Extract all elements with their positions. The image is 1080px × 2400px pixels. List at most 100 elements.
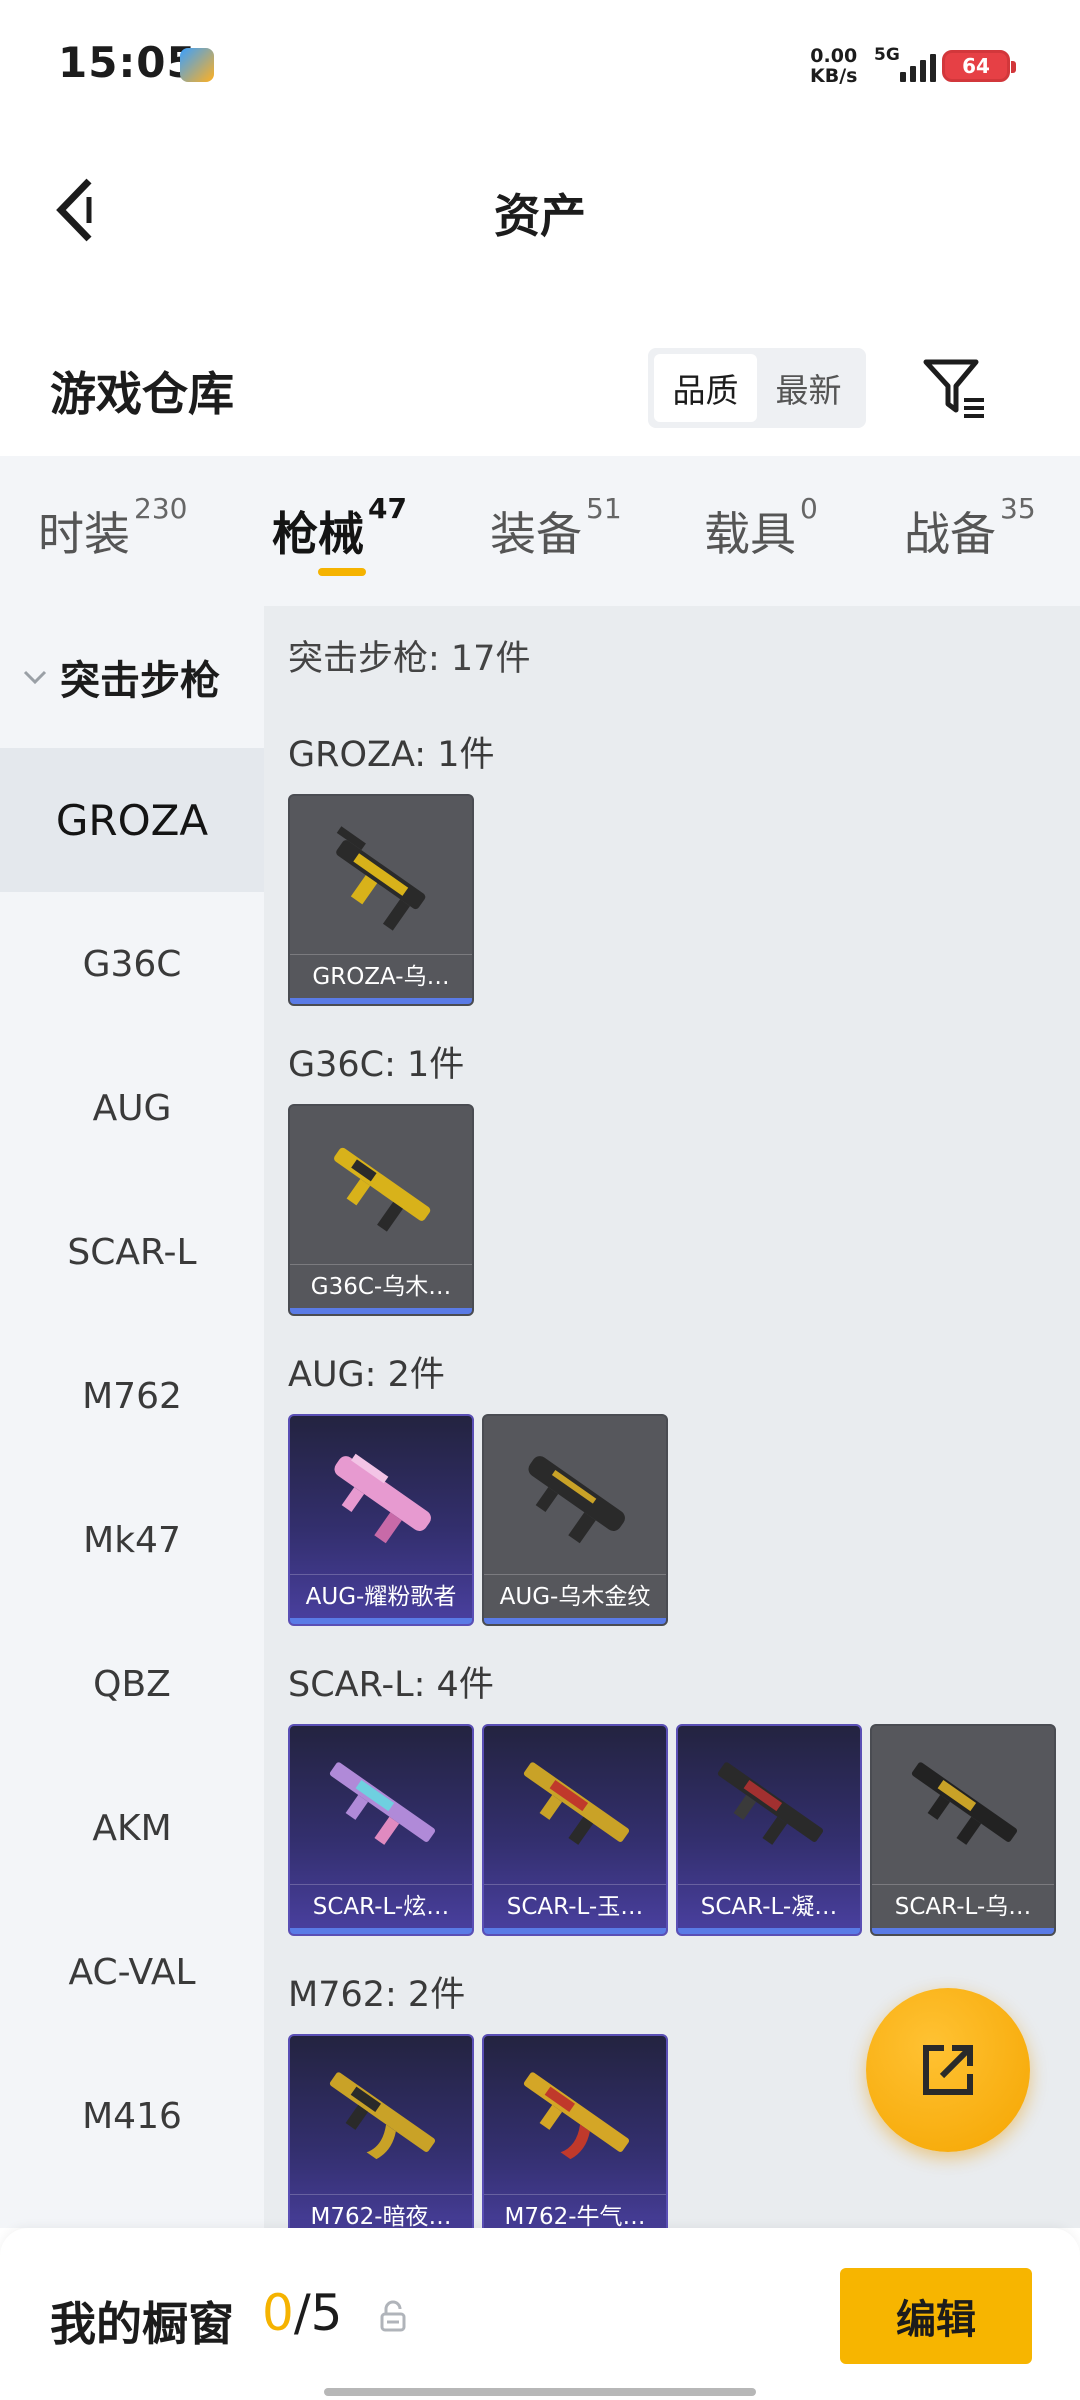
weapon-name: SCAR-L-乌… [872, 1884, 1054, 1928]
share-button[interactable] [866, 1988, 1030, 2152]
rarity-bar [484, 1618, 666, 1624]
bottom-bar: 我的橱窗 0/5 编辑 [0, 2228, 1080, 2400]
sort-latest-option[interactable]: 最新 [757, 354, 860, 422]
showcase-label: 我的橱窗 [50, 2297, 234, 2351]
rifle-icon [523, 2072, 630, 2160]
network-speed: 0.00 KB/s [810, 46, 857, 86]
sort-quality-option[interactable]: 品质 [654, 354, 757, 422]
page-title: 资产 [494, 189, 586, 243]
tab-supplies[interactable]: 战备 35 [904, 492, 1036, 564]
weapon-group-scar-l: SCAR-L: 4件 SCAR-L-炫… SCAR-L-玉… SCAR-L-凝…… [288, 1656, 1056, 1936]
sidebar-category-assault-rifles[interactable]: 突击步枪 [0, 606, 264, 748]
weapon-card[interactable]: SCAR-L-乌… [870, 1724, 1056, 1936]
tab-label: 装备 [490, 507, 582, 561]
sidebar-item-mk47[interactable]: Mk47 [0, 1468, 264, 1612]
rarity-bar [484, 1928, 666, 1934]
weapon-card[interactable]: SCAR-L-凝… [676, 1724, 862, 1936]
tab-count: 230 [134, 492, 188, 525]
rarity-bar [290, 1928, 472, 1934]
network-speed-value: 0.00 [810, 45, 858, 67]
status-bar: 15:05 0.00 KB/s 5G 64 [0, 0, 1080, 130]
weapon-card[interactable]: M762-暗夜… [288, 2034, 474, 2228]
rifle-icon [523, 1762, 630, 1845]
tab-count: 35 [1000, 492, 1036, 525]
rifle-icon [334, 1453, 431, 1544]
weapon-card[interactable]: SCAR-L-炫… [288, 1724, 474, 1936]
weapon-card[interactable]: AUG-耀粉歌者 [288, 1414, 474, 1626]
weapon-name: SCAR-L-凝… [678, 1884, 860, 1928]
sidebar-item-akm[interactable]: AKM [0, 1756, 264, 1900]
group-label: GROZA: 1件 [288, 735, 495, 775]
filter-list-icon [923, 359, 984, 418]
tab-label: 载具 [704, 507, 796, 561]
tab-label: 枪械 [272, 507, 364, 561]
network-type: 5G [874, 45, 900, 65]
edit-button[interactable]: 编辑 [840, 2268, 1032, 2364]
tab-vehicles[interactable]: 载具 0 [704, 492, 818, 564]
category-tabs: 时装 230 枪械 47 装备 51 载具 0 战备 35 [0, 456, 1080, 606]
weapon-name: SCAR-L-玉… [484, 1884, 666, 1928]
weapon-card[interactable]: G36C-乌木… [288, 1104, 474, 1316]
rarity-bar [872, 1928, 1054, 1934]
weapon-group-m762: M762: 2件 M762-暗夜… M762-牛气… [288, 1966, 668, 2228]
weapon-group-aug: AUG: 2件 AUG-耀粉歌者 AUG-乌木金纹 [288, 1346, 668, 1626]
tab-equipment[interactable]: 装备 51 [490, 492, 622, 564]
weapon-name: SCAR-L-炫… [290, 1884, 472, 1928]
sidebar-item-groza[interactable]: GROZA [0, 748, 264, 892]
share-external-icon [923, 2045, 973, 2095]
sidebar-category-label: 突击步枪 [60, 658, 220, 704]
filter-button[interactable] [920, 354, 990, 424]
showcase-total: /5 [293, 2284, 343, 2342]
group-label: SCAR-L: 4件 [288, 1665, 494, 1705]
weapon-group-g36c: G36C: 1件 G36C-乌木… [288, 1036, 474, 1316]
network-speed-unit: KB/s [810, 65, 858, 87]
sidebar-item-m762[interactable]: M762 [0, 1324, 264, 1468]
home-indicator[interactable] [324, 2388, 756, 2396]
tab-count: 47 [368, 492, 407, 525]
rarity-bar [290, 1618, 472, 1624]
group-label: G36C: 1件 [288, 1045, 465, 1085]
tab-label: 战备 [904, 507, 996, 561]
rifle-icon [329, 1762, 436, 1845]
rifle-icon [717, 1762, 824, 1845]
weapon-card[interactable]: AUG-乌木金纹 [482, 1414, 668, 1626]
tab-count: 0 [800, 492, 818, 525]
group-label: AUG: 2件 [288, 1355, 445, 1395]
sidebar-item-g36c[interactable]: G36C [0, 892, 264, 1036]
lock-icon [380, 2300, 406, 2332]
rifle-icon [329, 2072, 436, 2160]
notification-app-icon [180, 48, 214, 82]
tab-firearms[interactable]: 枪械 47 [272, 492, 407, 564]
weapon-name: G36C-乌木… [290, 1264, 472, 1308]
battery-icon: 64 [942, 50, 1016, 82]
sidebar-item-scar-l[interactable]: SCAR-L [0, 1180, 264, 1324]
rarity-bar [290, 998, 472, 1004]
weapon-name: M762-暗夜… [290, 2194, 472, 2228]
top-bar: 资产 [0, 130, 1080, 280]
weapon-card[interactable]: GROZA-乌… [288, 794, 474, 1006]
sidebar-item-m416[interactable]: M416 [0, 2044, 264, 2188]
active-tab-indicator [318, 568, 366, 576]
weapon-sidebar: 突击步枪 GROZA G36C AUG SCAR-L M762 Mk47 QBZ… [0, 606, 264, 2228]
sidebar-item-aug[interactable]: AUG [0, 1036, 264, 1180]
weapon-name: AUG-乌木金纹 [484, 1574, 666, 1618]
rifle-icon [528, 1456, 625, 1544]
weapon-group-groza: GROZA: 1件 GROZA-乌… [288, 726, 494, 1006]
weapon-list: 突击步枪: 17件 GROZA: 1件 GROZA-乌… G36C: 1件 G3… [264, 606, 1080, 2228]
warehouse-header: 游戏仓库 品质 最新 [0, 330, 1080, 450]
weapon-card[interactable]: M762-牛气… [482, 2034, 668, 2228]
sidebar-item-ac-val[interactable]: AC-VAL [0, 1900, 264, 2044]
status-time: 15:05 [58, 38, 197, 87]
tab-fashion[interactable]: 时装 230 [38, 492, 187, 564]
weapon-name: GROZA-乌… [290, 954, 472, 998]
sort-toggle: 品质 最新 [648, 348, 866, 428]
weapon-name: M762-牛气… [484, 2194, 666, 2228]
weapon-card[interactable]: SCAR-L-玉… [482, 1724, 668, 1936]
tab-label: 时装 [38, 507, 130, 561]
rifle-icon [334, 1147, 431, 1232]
battery-level: 64 [962, 54, 990, 78]
rifle-icon [336, 826, 426, 931]
sidebar-item-qbz[interactable]: QBZ [0, 1612, 264, 1756]
showcase-used: 0 [262, 2284, 294, 2342]
signal-icon [900, 52, 936, 82]
